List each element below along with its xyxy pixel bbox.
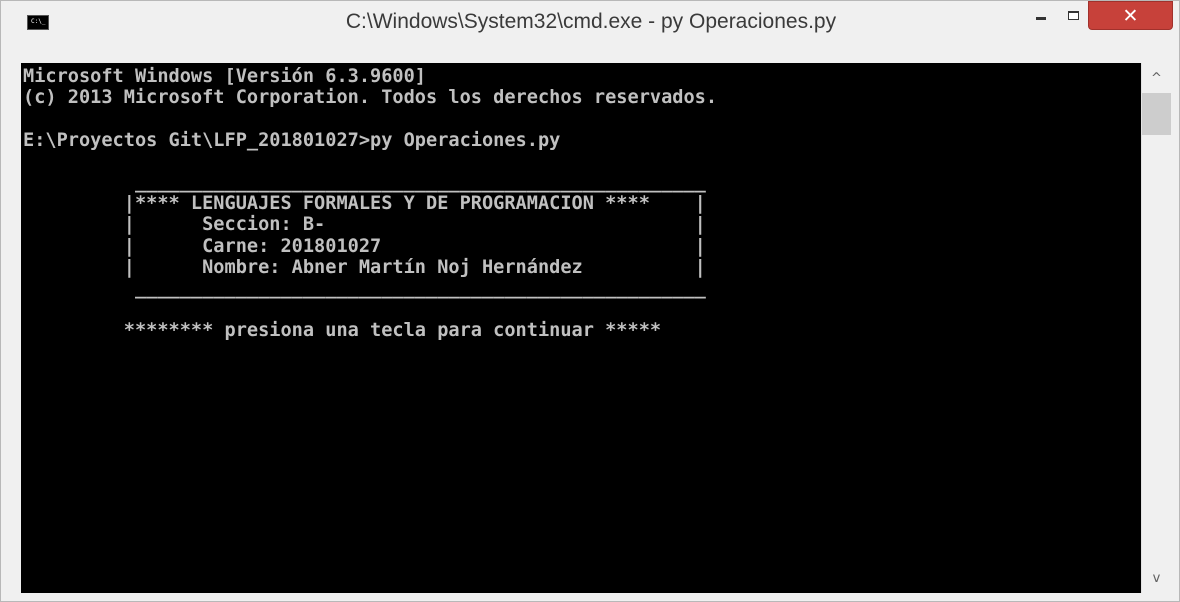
console-line: | Carne: 201801027 | bbox=[23, 235, 706, 257]
console-line: ________________________________________… bbox=[23, 172, 706, 193]
console-line: Microsoft Windows [Versión 6.3.9600] bbox=[23, 66, 426, 87]
window-bottom-border bbox=[1, 593, 1179, 601]
chevron-down-icon: v bbox=[1152, 570, 1161, 586]
scroll-thumb[interactable] bbox=[1142, 93, 1171, 135]
title-bar[interactable]: C:\_ C:\Windows\System32\cmd.exe - py Op… bbox=[1, 1, 1179, 41]
console-line: | Nombre: Abner Martín Noj Hernández | bbox=[23, 256, 706, 278]
maximize-button[interactable] bbox=[1058, 1, 1088, 29]
close-icon: ✕ bbox=[1122, 4, 1139, 27]
scroll-up-button[interactable]: ^ bbox=[1142, 63, 1171, 93]
console-line: E:\Proyectos Git\LFP_201801027>py Operac… bbox=[23, 129, 561, 151]
window-title: C:\Windows\System32\cmd.exe - py Operaci… bbox=[345, 10, 837, 33]
console-line: | Seccion: B- | bbox=[23, 214, 706, 236]
console-line: (c) 2013 Microsoft Corporation. Todos lo… bbox=[23, 87, 718, 109]
close-button[interactable]: ✕ bbox=[1088, 1, 1173, 30]
scroll-down-button[interactable]: v bbox=[1142, 563, 1171, 593]
console-line: ________________________________________… bbox=[23, 278, 706, 299]
console-line: ******** presiona una tecla para continu… bbox=[23, 320, 662, 342]
minimize-button[interactable] bbox=[1024, 1, 1058, 29]
minimize-icon bbox=[1036, 16, 1046, 20]
chevron-up-icon: ^ bbox=[1151, 70, 1162, 86]
console-line: |**** LENGUAJES FORMALES Y DE PROGRAMACI… bbox=[23, 193, 706, 215]
maximize-icon bbox=[1067, 10, 1079, 20]
vertical-scrollbar[interactable]: ^ v bbox=[1141, 63, 1171, 593]
cmd-window: C:\_ C:\Windows\System32\cmd.exe - py Op… bbox=[0, 0, 1180, 602]
